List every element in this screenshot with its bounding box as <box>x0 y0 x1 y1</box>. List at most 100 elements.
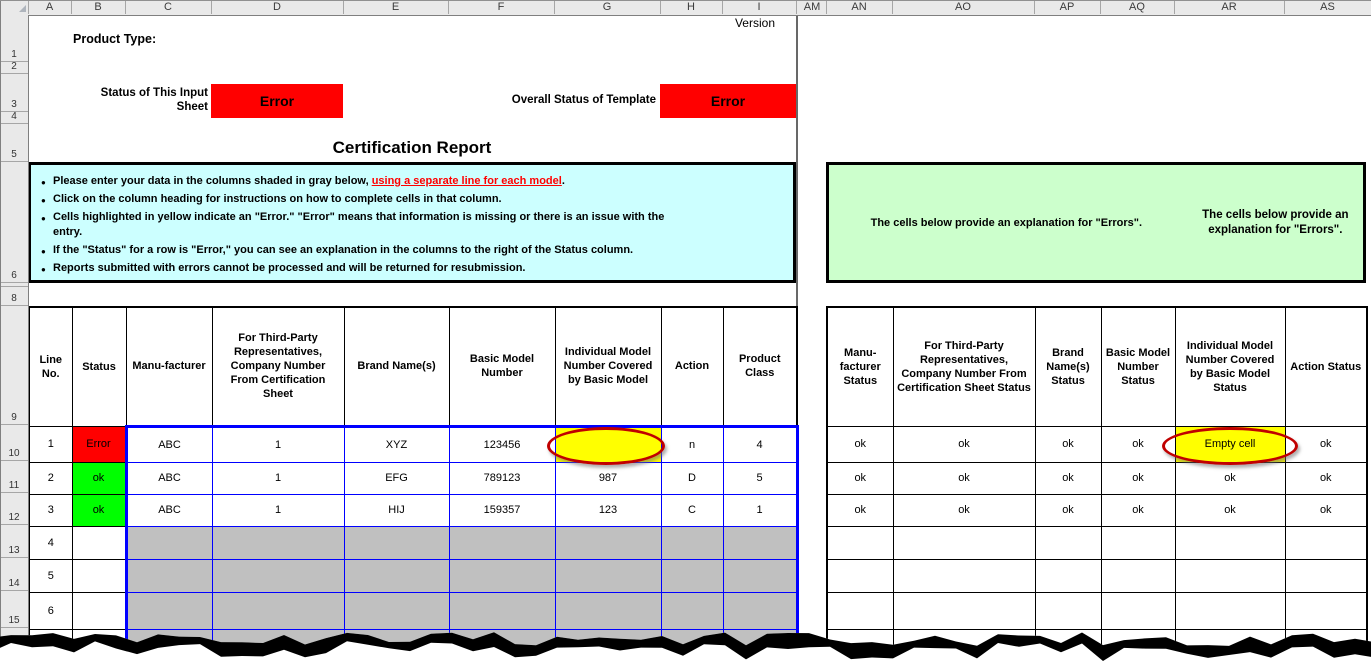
cell-manufacturer[interactable]: ABC <box>126 494 212 526</box>
cell-brand[interactable]: XYZ <box>344 426 449 462</box>
status-cell-empty[interactable] <box>1175 559 1285 592</box>
cell-company-number[interactable]: 1 <box>212 462 344 494</box>
row-header-11[interactable]: 11 <box>0 461 28 493</box>
cell-manufacturer[interactable]: ABC <box>126 462 212 494</box>
cell-basic-model[interactable]: 123456 <box>449 426 555 462</box>
cell-status[interactable]: ok <box>72 494 126 526</box>
cell-company-status[interactable]: ok <box>893 462 1035 494</box>
row-header-4[interactable]: 4 <box>0 112 28 124</box>
status-cell-empty[interactable] <box>1175 526 1285 559</box>
entry-cell[interactable] <box>344 559 449 592</box>
col-header-B[interactable]: B <box>71 0 126 14</box>
cell-individual-status[interactable]: ok <box>1175 494 1285 526</box>
status-cell-empty[interactable] <box>827 526 893 559</box>
cell-status-empty[interactable] <box>72 526 126 559</box>
col-individual-model[interactable]: Individual Model Number Covered by Basic… <box>555 307 661 426</box>
col-header-C[interactable]: C <box>125 0 212 14</box>
col-line-no[interactable]: Line No. <box>29 307 72 426</box>
cell-action[interactable]: n <box>661 426 723 462</box>
overall-status-badge[interactable]: Error <box>660 84 796 118</box>
col-header-H[interactable]: H <box>660 0 723 14</box>
error-circle-annotation[interactable] <box>1162 427 1298 465</box>
cell-basic-status[interactable]: ok <box>1101 494 1175 526</box>
select-all-corner[interactable] <box>0 0 29 14</box>
cell-product-class[interactable]: 1 <box>723 494 797 526</box>
cell-manufacturer-status[interactable]: ok <box>827 426 893 462</box>
col-header-E[interactable]: E <box>343 0 449 14</box>
col-header-I[interactable]: I <box>722 0 797 14</box>
cell-basic-status[interactable]: ok <box>1101 462 1175 494</box>
col-header-D[interactable]: D <box>211 0 344 14</box>
col-company-number-status[interactable]: For Third-Party Representatives, Company… <box>893 307 1035 426</box>
col-status[interactable]: Status <box>72 307 126 426</box>
cell-individual-status[interactable]: ok <box>1175 462 1285 494</box>
cell-brand[interactable]: HIJ <box>344 494 449 526</box>
col-header-F[interactable]: F <box>448 0 555 14</box>
col-brand-names-status[interactable]: Brand Name(s) Status <box>1035 307 1101 426</box>
entry-cell[interactable] <box>661 559 723 592</box>
col-action[interactable]: Action <box>661 307 723 426</box>
cell-product-class[interactable]: 5 <box>723 462 797 494</box>
status-cell-empty[interactable] <box>893 526 1035 559</box>
cell-line-no[interactable]: 5 <box>29 559 72 592</box>
entry-cell[interactable] <box>555 526 661 559</box>
separate-line-link[interactable]: using a separate line for each model <box>372 175 562 187</box>
status-cell-empty[interactable] <box>1035 559 1101 592</box>
col-action-status[interactable]: Action Status <box>1285 307 1367 426</box>
col-individual-model-status[interactable]: Individual Model Number Covered by Basic… <box>1175 307 1285 426</box>
row-header-9[interactable]: 9 <box>0 306 28 425</box>
col-basic-model-status[interactable]: Basic Model Number Status <box>1101 307 1175 426</box>
cell-action[interactable]: C <box>661 494 723 526</box>
status-cell-empty[interactable] <box>893 559 1035 592</box>
col-header-A[interactable]: A <box>28 0 72 14</box>
cell-action-status[interactable]: ok <box>1285 462 1367 494</box>
entry-cell[interactable] <box>344 526 449 559</box>
cell-basic-model[interactable]: 159357 <box>449 494 555 526</box>
row-header-8[interactable]: 8 <box>0 287 28 306</box>
cell-brand-status[interactable]: ok <box>1035 426 1101 462</box>
error-circle-annotation[interactable] <box>547 427 665 465</box>
col-manufacturer[interactable]: Manu-facturer <box>126 307 212 426</box>
col-header-G[interactable]: G <box>554 0 661 14</box>
cell-brand-status[interactable]: ok <box>1035 462 1101 494</box>
col-header-AM[interactable]: AM <box>798 0 827 14</box>
entry-cell[interactable] <box>661 526 723 559</box>
entry-cell[interactable] <box>723 526 797 559</box>
entry-cell[interactable] <box>449 526 555 559</box>
status-cell-empty[interactable] <box>1035 526 1101 559</box>
col-product-class[interactable]: Product Class <box>723 307 797 426</box>
entry-cell[interactable] <box>212 559 344 592</box>
col-header-AR[interactable]: AR <box>1174 0 1285 14</box>
cell-individual-model[interactable]: 123 <box>555 494 661 526</box>
input-sheet-status-badge[interactable]: Error <box>211 84 343 118</box>
cell-individual-model[interactable]: 987 <box>555 462 661 494</box>
col-header-AP[interactable]: AP <box>1034 0 1101 14</box>
cell-basic-model[interactable]: 789123 <box>449 462 555 494</box>
cell-manufacturer[interactable]: ABC <box>126 426 212 462</box>
status-cell-empty[interactable] <box>827 559 893 592</box>
entry-cell[interactable] <box>126 526 212 559</box>
cell-status[interactable]: ok <box>72 462 126 494</box>
cell-action-status[interactable]: ok <box>1285 494 1367 526</box>
cell-action[interactable]: D <box>661 462 723 494</box>
cell-company-number[interactable]: 1 <box>212 494 344 526</box>
cell-status[interactable]: Error <box>72 426 126 462</box>
cell-company-status[interactable]: ok <box>893 494 1035 526</box>
cell-manufacturer-status[interactable]: ok <box>827 494 893 526</box>
status-cell-empty[interactable] <box>1285 526 1367 559</box>
col-header-AQ[interactable]: AQ <box>1100 0 1175 14</box>
cell-product-class[interactable]: 4 <box>723 426 797 462</box>
row-header-6[interactable]: 6 <box>0 162 28 283</box>
row-header-1[interactable]: 1 <box>0 15 28 62</box>
status-cell-empty[interactable] <box>1101 526 1175 559</box>
entry-cell[interactable] <box>126 559 212 592</box>
cell-manufacturer-status[interactable]: ok <box>827 462 893 494</box>
cell-line-no[interactable]: 1 <box>29 426 72 462</box>
col-brand-names[interactable]: Brand Name(s) <box>344 307 449 426</box>
entry-cell[interactable] <box>723 559 797 592</box>
row-header-10[interactable]: 10 <box>0 425 28 461</box>
entry-cell[interactable] <box>212 526 344 559</box>
col-company-number[interactable]: For Third-Party Representatives, Company… <box>212 307 344 426</box>
cell-status-empty[interactable] <box>72 559 126 592</box>
col-manufacturer-status[interactable]: Manu-facturer Status <box>827 307 893 426</box>
